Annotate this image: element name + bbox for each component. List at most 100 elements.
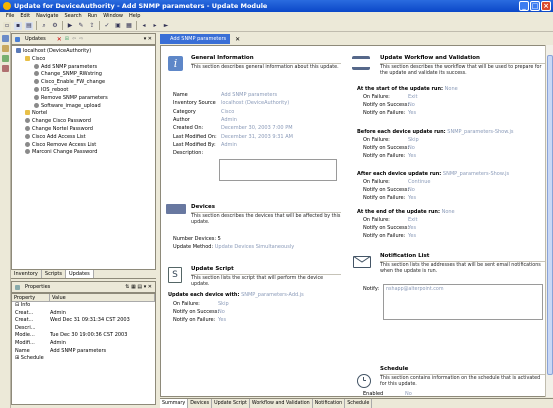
editor-tab-summary[interactable]: Summary: [160, 399, 189, 408]
description-field[interactable]: [219, 159, 337, 181]
gear-icon: [34, 102, 39, 108]
tree-item[interactable]: IOS_reboot: [12, 86, 155, 95]
perspective-icon[interactable]: [2, 45, 9, 52]
edit-icon[interactable]: ✎: [77, 22, 85, 30]
editor-tab[interactable]: Add SNMP parameters ✕: [160, 34, 240, 44]
script-option-value[interactable]: No: [218, 309, 225, 315]
editor-tab-workflow-and-validation[interactable]: Workflow and Validation: [250, 399, 313, 408]
workflow-script-link[interactable]: SNMP_parameters-Show.js: [447, 129, 513, 135]
property-row[interactable]: Creat... Wed Dec 31 09:31:34 CST 2003: [12, 317, 155, 325]
tree-item[interactable]: Software_image_upload: [12, 102, 155, 111]
property-row[interactable]: Creat... Admin: [12, 310, 155, 318]
editor-tab-notification[interactable]: Notification: [313, 399, 346, 408]
expand-icon[interactable]: ⊞: [65, 36, 69, 42]
workflow-script-link[interactable]: SNMP_parameters-Show.js: [443, 171, 509, 177]
script-link[interactable]: SNMP_parameters-Add.js: [241, 292, 304, 298]
settings-icon[interactable]: ⚙: [51, 22, 59, 30]
update-each-device: Update each device with: SNMP_parameters…: [168, 292, 304, 298]
workflow-option-value[interactable]: Yes: [408, 110, 416, 116]
play-icon[interactable]: ►: [162, 22, 170, 30]
tree-item[interactable]: Add SNMP parameters: [12, 63, 155, 72]
workflow-option-value[interactable]: No: [408, 102, 415, 108]
tab-inventory[interactable]: Inventory: [11, 270, 42, 278]
workflow-script-link[interactable]: None: [442, 209, 455, 215]
editor-tab-update-script[interactable]: Update Script: [212, 399, 250, 408]
perspective-icon[interactable]: [2, 35, 9, 42]
tree-item[interactable]: Change_SNMP_RWstring: [12, 71, 155, 79]
properties-title[interactable]: Properties: [25, 284, 50, 290]
run-icon[interactable]: ▶: [66, 22, 74, 30]
monitor-icon[interactable]: ▣: [114, 22, 122, 30]
close-tab-icon[interactable]: ✕: [235, 36, 240, 43]
editor-tab-devices[interactable]: Devices: [188, 399, 213, 408]
close-button[interactable]: ×: [541, 1, 551, 11]
workflow-option-value[interactable]: No: [408, 187, 415, 193]
tree-item[interactable]: Cisco_Enable_FW_change: [12, 79, 155, 87]
tree-item[interactable]: Cisco Remove Access List: [12, 141, 155, 150]
view-menu-icon[interactable]: ▾ ✕: [144, 36, 152, 42]
maximize-button[interactable]: □: [530, 1, 540, 11]
property-row[interactable]: Modifi... Admin: [12, 340, 155, 348]
menu-window[interactable]: Window: [100, 12, 126, 20]
search-icon[interactable]: ⌕: [40, 22, 48, 30]
print-icon[interactable]: ▤: [25, 21, 33, 30]
tree-item[interactable]: localhost (DeviceAuthority): [12, 48, 155, 56]
menu-run[interactable]: Run: [85, 12, 101, 20]
property-row[interactable]: Modie... Tue Dec 30 19:00:36 CST 2003: [12, 332, 155, 340]
tree-item[interactable]: Cisco Add Access List: [12, 133, 155, 142]
col-property[interactable]: Property: [12, 294, 50, 301]
menu-navigate[interactable]: Navigate: [33, 12, 61, 20]
menu-file[interactable]: File: [3, 12, 17, 20]
scrollbar-thumb[interactable]: [547, 55, 553, 375]
script-option-value[interactable]: Yes: [218, 317, 226, 323]
workflow-option-value[interactable]: Exit: [408, 217, 417, 223]
menu-edit[interactable]: Edit: [17, 12, 33, 20]
workflow-option-value[interactable]: Exit: [408, 94, 417, 100]
tree-item[interactable]: Remove SNMP parameters: [12, 94, 155, 103]
editor-scrollbar[interactable]: [545, 45, 553, 397]
save-icon[interactable]: ▪: [14, 21, 22, 30]
menu-search[interactable]: Search: [62, 12, 85, 20]
deploy-icon[interactable]: ⇪: [88, 22, 96, 30]
tree-item[interactable]: Change Nortel Password: [12, 125, 155, 134]
workflow-option-value[interactable]: Skip: [408, 137, 419, 143]
check-icon[interactable]: ✓: [103, 22, 111, 30]
property-row[interactable]: Descri...: [12, 325, 155, 333]
workflow-option-value[interactable]: Yes: [408, 233, 416, 239]
workflow-option-value[interactable]: Yes: [408, 195, 416, 201]
tree-item[interactable]: Nortel: [12, 110, 155, 118]
new-icon[interactable]: ▫: [3, 21, 11, 30]
workflow-script-link[interactable]: None: [445, 86, 458, 92]
chart-icon[interactable]: ▦: [125, 22, 133, 30]
tab-updates[interactable]: Updates: [66, 270, 94, 278]
perspective-icon[interactable]: [2, 65, 9, 72]
property-row[interactable]: ⊞ Schedule: [12, 355, 155, 363]
tree-item[interactable]: Cisco: [12, 55, 155, 64]
minimize-button[interactable]: _: [519, 1, 529, 11]
nav-back-icon[interactable]: ⇦: [72, 36, 76, 42]
property-row[interactable]: ⊟ Info: [12, 302, 155, 310]
editor-tab-label[interactable]: Add SNMP parameters: [160, 34, 231, 44]
workflow-option-value[interactable]: No: [408, 145, 415, 151]
updates-view-title[interactable]: Updates: [25, 36, 46, 42]
col-value[interactable]: Value: [50, 294, 155, 301]
notify-email[interactable]: nshapp@alterpoint.com: [386, 287, 444, 292]
notify-list[interactable]: nshapp@alterpoint.com: [383, 284, 543, 320]
back-icon[interactable]: ◂: [140, 22, 148, 30]
tab-scripts[interactable]: Scripts: [42, 270, 66, 278]
workflow-option-value[interactable]: Continue: [408, 179, 430, 185]
perspective-icon[interactable]: [2, 55, 9, 62]
workflow-option-value[interactable]: Yes: [408, 153, 416, 159]
tree-item[interactable]: Marconi Change Password: [12, 149, 155, 157]
editor-tab-schedule[interactable]: Schedule: [345, 399, 373, 408]
workflow-option-value[interactable]: Yes: [408, 225, 416, 231]
menu-help[interactable]: Help: [126, 12, 143, 20]
property-row[interactable]: Name Add SNMP parameters: [12, 348, 155, 356]
delete-icon[interactable]: ✕: [57, 36, 62, 43]
script-option-value[interactable]: Skip: [218, 301, 229, 307]
nav-forward-icon[interactable]: ⇨: [79, 36, 83, 42]
tree-item[interactable]: Change Cisco Password: [12, 118, 155, 126]
properties-toolbar-icons[interactable]: ⇅ ▦ ▤ ▾ ✕: [125, 284, 152, 290]
title-bar: Update for DeviceAuthority - Add SNMP pa…: [0, 0, 553, 12]
forward-icon[interactable]: ▸: [151, 22, 159, 30]
